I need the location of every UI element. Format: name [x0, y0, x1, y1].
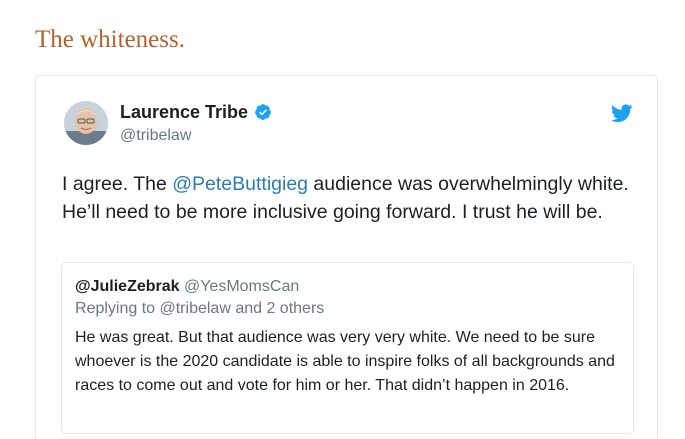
tweet-text-part: I agree. The [62, 173, 173, 195]
twitter-bird-icon[interactable] [610, 104, 633, 123]
avatar-image [64, 101, 108, 145]
tweet-text: I agree. The @PeteButtigieg audience was… [62, 170, 637, 226]
verified-badge-icon [254, 103, 272, 121]
mention-link[interactable]: @PeteButtigieg [172, 173, 308, 195]
author-name[interactable]: Laurence Tribe [120, 103, 248, 121]
quoted-tweet-header[interactable]: @JulieZebrak @YesMomsCan [75, 279, 299, 295]
author-handle[interactable]: @tribelaw [120, 128, 191, 144]
author-avatar[interactable] [64, 101, 108, 145]
article-heading: The whiteness. [35, 26, 185, 53]
author-name-row[interactable]: Laurence Tribe [120, 103, 272, 121]
quoted-author-handle[interactable]: @YesMomsCan [184, 278, 299, 295]
quoted-author-name[interactable]: @JulieZebrak [75, 278, 180, 295]
quoted-tweet-text: He was great. But that audience was very… [75, 329, 615, 394]
quoted-reply-context: Replying to @tribelaw and 2 others [75, 300, 325, 317]
